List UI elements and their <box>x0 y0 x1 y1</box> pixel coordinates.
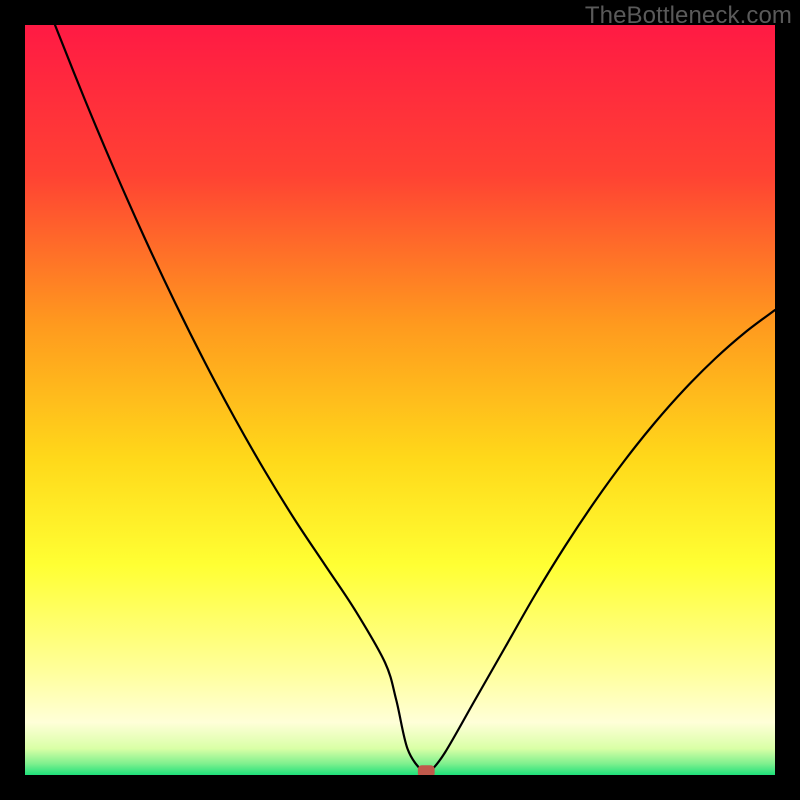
bottleneck-chart <box>25 25 775 775</box>
optimal-point-marker <box>418 765 435 775</box>
plot-area <box>25 25 775 775</box>
gradient-background <box>25 25 775 775</box>
chart-frame: TheBottleneck.com <box>0 0 800 800</box>
